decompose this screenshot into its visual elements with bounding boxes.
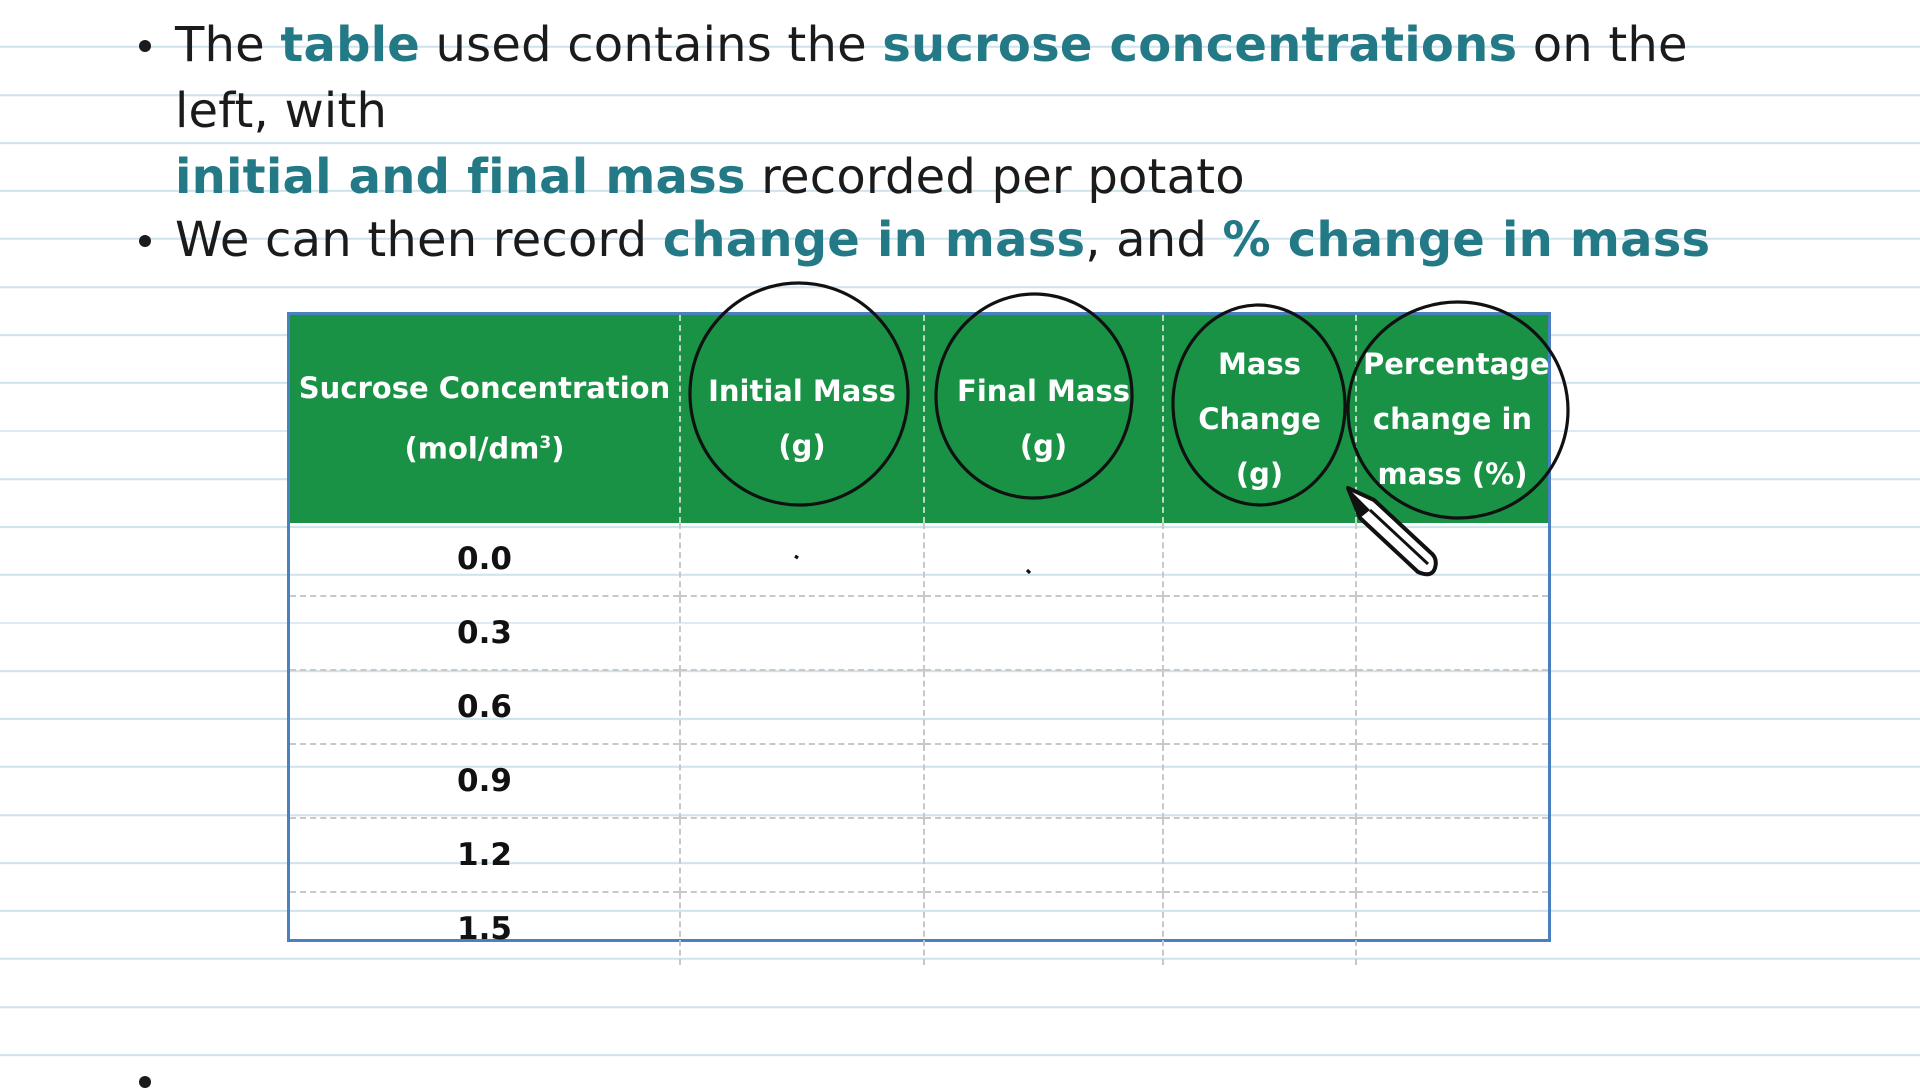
initial-mass-cell — [679, 669, 924, 744]
concentration-cell: 1.2 — [290, 817, 680, 892]
header-final-mass: Final Mass (g) — [923, 315, 1163, 523]
header-sucrose-concentration: Sucrose Concentration (mol/dm3) — [290, 315, 680, 523]
concentration-cell: 1.5 — [290, 891, 680, 965]
header-label: Mass — [1218, 346, 1301, 381]
initial-mass-cell — [679, 891, 924, 965]
percent-change-cell — [1355, 595, 1548, 670]
bullet-record-change: We can then record change in mass, and %… — [138, 207, 1711, 273]
header-label: Initial Mass — [708, 374, 896, 408]
concentration-cell: 0.6 — [290, 669, 680, 744]
header-unit: (mol/dm3) — [404, 431, 565, 466]
concentration-cell: 0.0 — [457, 541, 512, 577]
mass-change-cell — [1162, 891, 1356, 965]
percent-change-cell — [1355, 891, 1548, 965]
table-row: 1.2 — [290, 817, 1548, 892]
concentration-cell: 0.9 — [290, 743, 680, 818]
text-segment: The — [175, 17, 281, 73]
percent-change-cell — [1355, 817, 1548, 892]
final-mass-cell — [923, 817, 1163, 892]
final-mass-cell — [923, 743, 1163, 818]
final-mass-cell — [923, 669, 1163, 744]
highlight-initial-final-mass: initial and final mass — [175, 149, 746, 205]
header-unit: (g) — [778, 429, 826, 463]
initial-mass-cell — [679, 523, 924, 596]
header-label: Change — [1198, 401, 1321, 436]
mass-change-cell — [1162, 595, 1356, 670]
header-unit: (g) — [1019, 429, 1068, 463]
text-segment: We can then record — [175, 212, 663, 268]
mass-change-cell — [1162, 817, 1356, 892]
table-row: 0.3 — [290, 595, 1548, 670]
highlight-change-in-mass: change in mass — [662, 212, 1086, 268]
header-label: change in — [1372, 401, 1533, 436]
highlight-percent-change: % change in mass — [1222, 212, 1711, 268]
initial-mass-cell — [679, 817, 924, 892]
table-row: 0.9 — [290, 743, 1548, 818]
highlight-table: table — [280, 17, 421, 73]
mass-change-cell — [1162, 743, 1356, 818]
osmosis-table: Sucrose Concentration (mol/dm3) Initial … — [290, 315, 1550, 965]
percent-change-cell — [1355, 743, 1548, 818]
final-mass-cell — [923, 891, 1163, 965]
highlight-sucrose-concentrations: sucrose concentrations — [882, 17, 1518, 73]
text-segment: used contains the — [420, 17, 883, 73]
final-mass-cell — [923, 595, 1163, 670]
final-mass-cell — [923, 523, 1163, 596]
mass-change-cell — [1162, 523, 1356, 596]
table-row: 0.6 — [290, 669, 1548, 744]
header-label: Percentage — [1363, 346, 1550, 381]
percent-change-cell — [1355, 669, 1548, 744]
header-label: Final Mass — [957, 374, 1130, 408]
text-segment: recorded per potato — [745, 149, 1245, 205]
mass-change-cell — [1162, 669, 1356, 744]
text-segment: , and — [1085, 212, 1223, 268]
initial-mass-cell — [679, 743, 924, 818]
table-row: 1.5 — [290, 891, 1548, 965]
initial-mass-cell — [679, 595, 924, 670]
header-label: Sucrose Concentration — [298, 371, 671, 406]
header-unit: (g) — [1235, 456, 1284, 491]
header-mass-change: Mass Change (g) — [1162, 315, 1356, 523]
pen-cursor-icon — [1346, 486, 1438, 577]
bullet-table-description: The table used contains the sucrose conc… — [139, 12, 1775, 210]
header-initial-mass: Initial Mass (g) — [679, 315, 924, 523]
concentration-cell: 0.3 — [290, 595, 680, 670]
results-table: Sucrose Concentration (mol/dm3) Initial … — [287, 312, 1551, 965]
